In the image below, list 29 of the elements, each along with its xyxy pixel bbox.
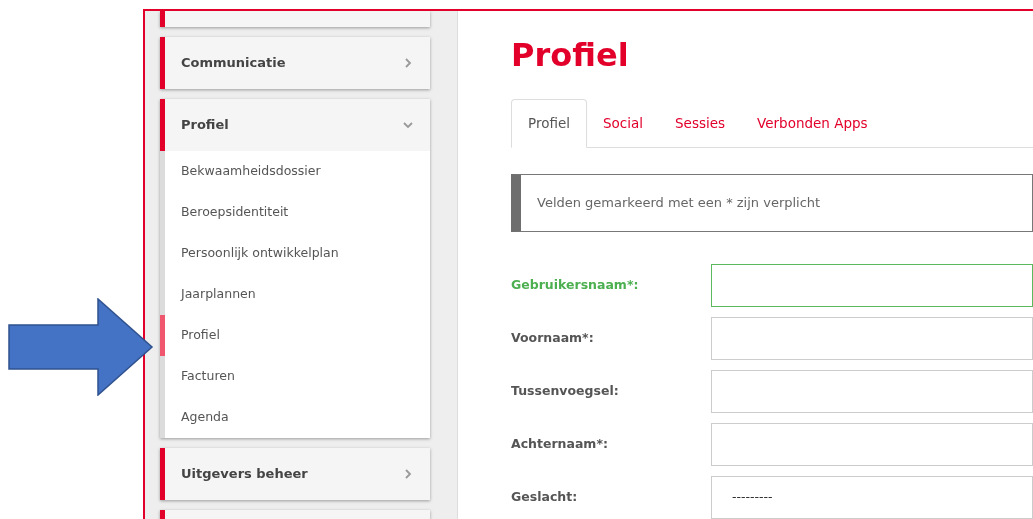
arrow-icon <box>8 298 154 396</box>
select-field[interactable]: --------- <box>711 476 1033 519</box>
chevron-right-icon <box>402 468 414 480</box>
tab[interactable]: Profiel <box>511 99 587 148</box>
input-field[interactable] <box>711 423 1033 466</box>
page-title: Profiel <box>511 35 630 76</box>
submenu-item[interactable]: Agenda <box>160 397 430 438</box>
submenu-item[interactable]: Jaarplannen <box>160 274 430 315</box>
tab[interactable]: Social <box>587 99 659 147</box>
field-label: Achternaam*: <box>511 435 609 454</box>
field-label: Geslacht: <box>511 488 579 507</box>
chevron-right-icon <box>402 57 414 69</box>
submenu-item[interactable]: Facturen <box>160 356 430 397</box>
field-label: Gebruikersnaam*: <box>511 276 640 295</box>
input-field[interactable] <box>711 317 1033 360</box>
field-label: Tussenvoegsel: <box>511 382 620 401</box>
submenu-item[interactable]: Bekwaamheidsdossier <box>160 151 430 192</box>
tab[interactable]: Sessies <box>659 99 742 147</box>
field-label: Voornaam*: <box>511 329 595 348</box>
submenu-item[interactable]: Persoonlijk ontwikkelplan <box>160 233 430 274</box>
tab[interactable]: Verbonden Apps <box>741 99 884 147</box>
submenu-item[interactable]: Beroepsidentiteit <box>160 192 430 233</box>
input-field[interactable] <box>711 264 1033 307</box>
menu-group-header[interactable]: Uitgevers beheer <box>160 448 430 500</box>
input-field[interactable] <box>711 370 1033 413</box>
chevron-down-icon <box>402 119 414 131</box>
notice-banner: Velden gemarkeerd met een * zijn verplicht <box>511 173 1033 232</box>
submenu-item[interactable]: Profiel <box>160 315 430 356</box>
menu-group-header[interactable]: Communicatie <box>160 37 430 89</box>
